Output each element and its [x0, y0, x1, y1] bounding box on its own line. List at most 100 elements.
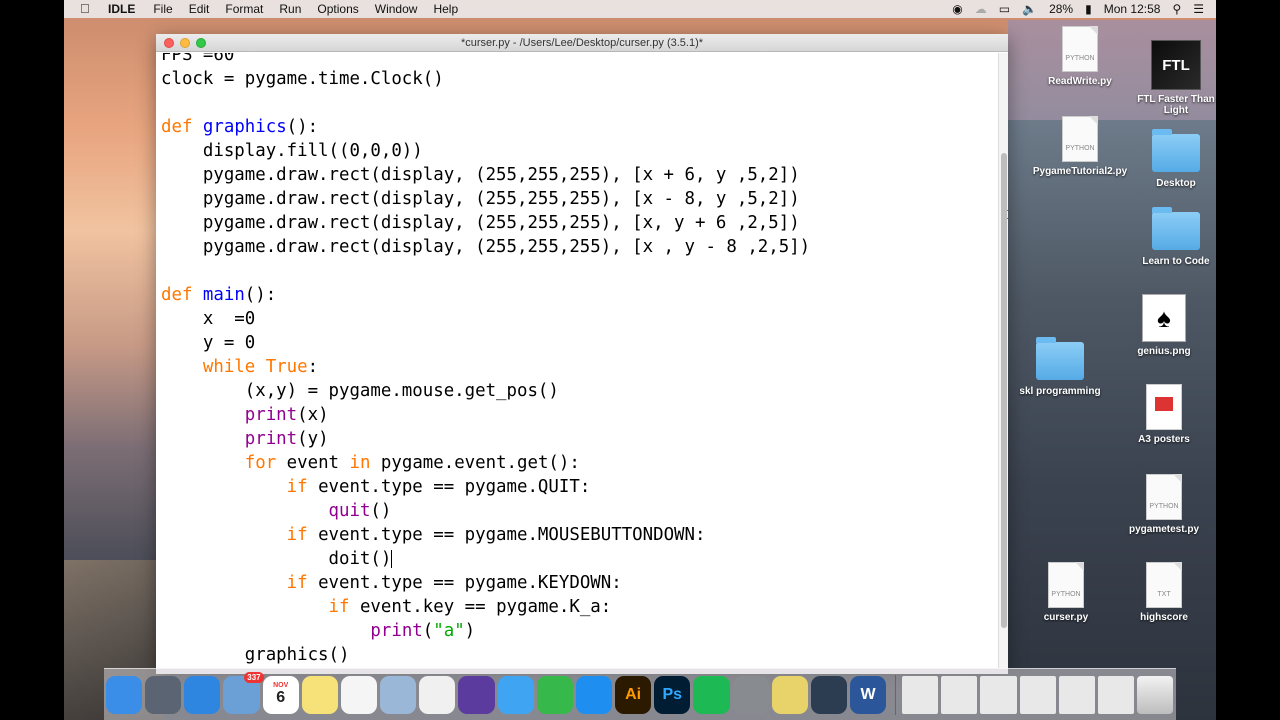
launchpad-icon[interactable] [145, 675, 182, 714]
battery-percent[interactable]: 28% [1049, 2, 1073, 16]
code-line[interactable]: doit() [161, 547, 810, 571]
preview-icon[interactable] [380, 675, 417, 714]
calendar-icon[interactable]: NOV 6 [262, 675, 299, 714]
code-line[interactable]: print(x) [161, 403, 810, 427]
window-titlebar[interactable]: *curser.py - /Users/Lee/Desktop/curser.p… [156, 34, 1008, 52]
code-line[interactable]: display.fill((0,0,0)) [161, 139, 810, 163]
safari-icon[interactable] [184, 675, 221, 714]
minimized-window-6[interactable] [1097, 675, 1135, 714]
code-line[interactable]: while True: [161, 355, 810, 379]
code-line[interactable]: y = 0 [161, 331, 810, 355]
desktop-icon-genius-png[interactable]: ♠ genius.png [1116, 294, 1212, 357]
python-launcher-icon[interactable] [771, 675, 808, 714]
word-icon[interactable]: W [849, 675, 887, 714]
record-icon[interactable]: ◉ [952, 2, 962, 16]
menu-options[interactable]: Options [317, 2, 358, 16]
clock[interactable]: Mon 12:58 [1104, 2, 1161, 16]
desktop-icon-learn-to-code[interactable]: Learn to Code [1128, 207, 1216, 267]
minimize-button[interactable] [180, 38, 190, 48]
code-token: (y) [297, 429, 329, 449]
facetime-icon[interactable] [536, 675, 573, 714]
desktop-icon-skl-programming[interactable]: skl programming [1012, 337, 1108, 397]
minimized-window-4[interactable] [1019, 675, 1056, 714]
code-line[interactable]: pygame.draw.rect(display, (255,255,255),… [161, 211, 810, 235]
battery-icon[interactable]: ▮ [1085, 2, 1092, 16]
desktop-icon-pygametutorial2-py[interactable]: PYTHON PygameTutorial2.py [1032, 116, 1128, 177]
system-preferences-icon[interactable] [732, 675, 769, 714]
desktop-icon-highscore[interactable]: TXT highscore [1116, 562, 1212, 623]
code-line[interactable]: def graphics(): [161, 115, 810, 139]
app-icon: FTL [1151, 40, 1201, 90]
spotlight-icon[interactable]: ⚲ [1172, 2, 1181, 16]
finder-icon[interactable] [106, 675, 143, 714]
code-line[interactable] [161, 91, 810, 115]
notes-icon[interactable] [301, 675, 338, 714]
code-line[interactable]: clock = pygame.time.Clock() [161, 67, 810, 91]
code-line[interactable] [161, 259, 810, 283]
spotify-icon[interactable] [693, 675, 730, 714]
quicktime-icon[interactable] [810, 675, 847, 714]
desktop-icon-pygametest-py[interactable]: PYTHON pygametest.py [1116, 474, 1212, 535]
close-button[interactable] [164, 38, 174, 48]
code-text[interactable]: FPS =60 clock = pygame.time.Clock() def gr… [161, 53, 810, 667]
desktop-icon-desktop[interactable]: Desktop [1128, 129, 1216, 189]
zoom-button[interactable] [196, 38, 206, 48]
code-token: ) [464, 621, 476, 641]
messages-icon[interactable] [497, 675, 534, 714]
code-line[interactable]: pygame.draw.rect(display, (255,255,255),… [161, 235, 810, 259]
minimized-window-5[interactable] [1058, 675, 1095, 714]
reminders-icon[interactable] [340, 675, 378, 714]
code-editor[interactable]: FPS =60 clock = pygame.time.Clock() def gr… [156, 53, 996, 668]
notification-center-icon[interactable]: ☰ [1193, 2, 1204, 16]
code-line[interactable]: print(y) [161, 427, 810, 451]
code-line[interactable]: graphics() [161, 643, 810, 667]
photoshop-icon[interactable]: Ps [654, 675, 691, 714]
trash-icon[interactable] [1137, 675, 1174, 714]
illustrator-icon[interactable]: Ai [615, 675, 652, 714]
desktop-icon-a3-posters[interactable]: A3 posters [1116, 384, 1212, 445]
photos-icon[interactable] [419, 675, 456, 714]
desktop-icon-ftl-faster-than-light[interactable]: FTL FTL Faster Than Light [1128, 40, 1216, 116]
wifi-icon[interactable]: ☁ [975, 2, 987, 16]
code-token: doit() [161, 549, 392, 569]
desktop-icon-readwrite-py[interactable]: PYTHON ReadWrite.py [1032, 26, 1128, 87]
menu-format[interactable]: Format [225, 2, 263, 16]
code-line[interactable]: FPS =60 [161, 53, 810, 67]
menu-window[interactable]: Window [375, 2, 418, 16]
code-line[interactable]: x =0 [161, 307, 810, 331]
code-line[interactable]: if event.type == pygame.KEYDOWN: [161, 571, 810, 595]
scroll-thumb[interactable] [1001, 153, 1007, 628]
volume-icon[interactable]: 🔈 [1022, 2, 1037, 16]
minimized-window-2[interactable] [941, 675, 978, 714]
code-line[interactable]: def main(): [161, 283, 810, 307]
code-line[interactable]: pygame.draw.rect(display, (255,255,255),… [161, 187, 810, 211]
airplay-icon[interactable]: ▭ [999, 2, 1010, 16]
code-token: display.fill((0,0,0)) [161, 141, 423, 161]
code-line[interactable]: (x,y) = pygame.mouse.get_pos() [161, 379, 810, 403]
code-token: : [307, 357, 319, 377]
apple-menu-icon[interactable]:  [80, 2, 94, 16]
code-line[interactable]: if event.key == pygame.K_a: [161, 595, 810, 619]
mail-icon[interactable]: 337 [223, 671, 264, 714]
image-file-icon [1146, 384, 1182, 430]
menu-help[interactable]: Help [433, 2, 458, 16]
minimized-window-3[interactable] [980, 675, 1017, 714]
code-line[interactable]: if event.type == pygame.QUIT: [161, 475, 810, 499]
code-line[interactable]: pygame.draw.rect(display, (255,255,255),… [161, 163, 810, 187]
code-line[interactable]: quit() [161, 499, 810, 523]
minimized-window-1[interactable] [902, 675, 939, 714]
mouse-ibeam-cursor-icon: I [1006, 208, 1014, 222]
code-line[interactable]: if event.type == pygame.MOUSEBUTTONDOWN: [161, 523, 810, 547]
app-store-icon[interactable] [575, 675, 613, 714]
imovie-icon[interactable] [458, 675, 495, 714]
menu-run[interactable]: Run [279, 2, 301, 16]
code-token: pygame.draw.rect(display, (255,255,255),… [161, 189, 800, 209]
code-line[interactable]: for event in pygame.event.get(): [161, 451, 810, 475]
code-line[interactable]: print("a") [161, 619, 810, 643]
menu-file[interactable]: File [153, 2, 172, 16]
desktop-icon-curser-py[interactable]: PYTHON curser.py [1018, 562, 1114, 623]
vertical-scrollbar[interactable] [998, 53, 1008, 668]
menu-edit[interactable]: Edit [189, 2, 210, 16]
app-menu[interactable]: IDLE [108, 2, 135, 16]
